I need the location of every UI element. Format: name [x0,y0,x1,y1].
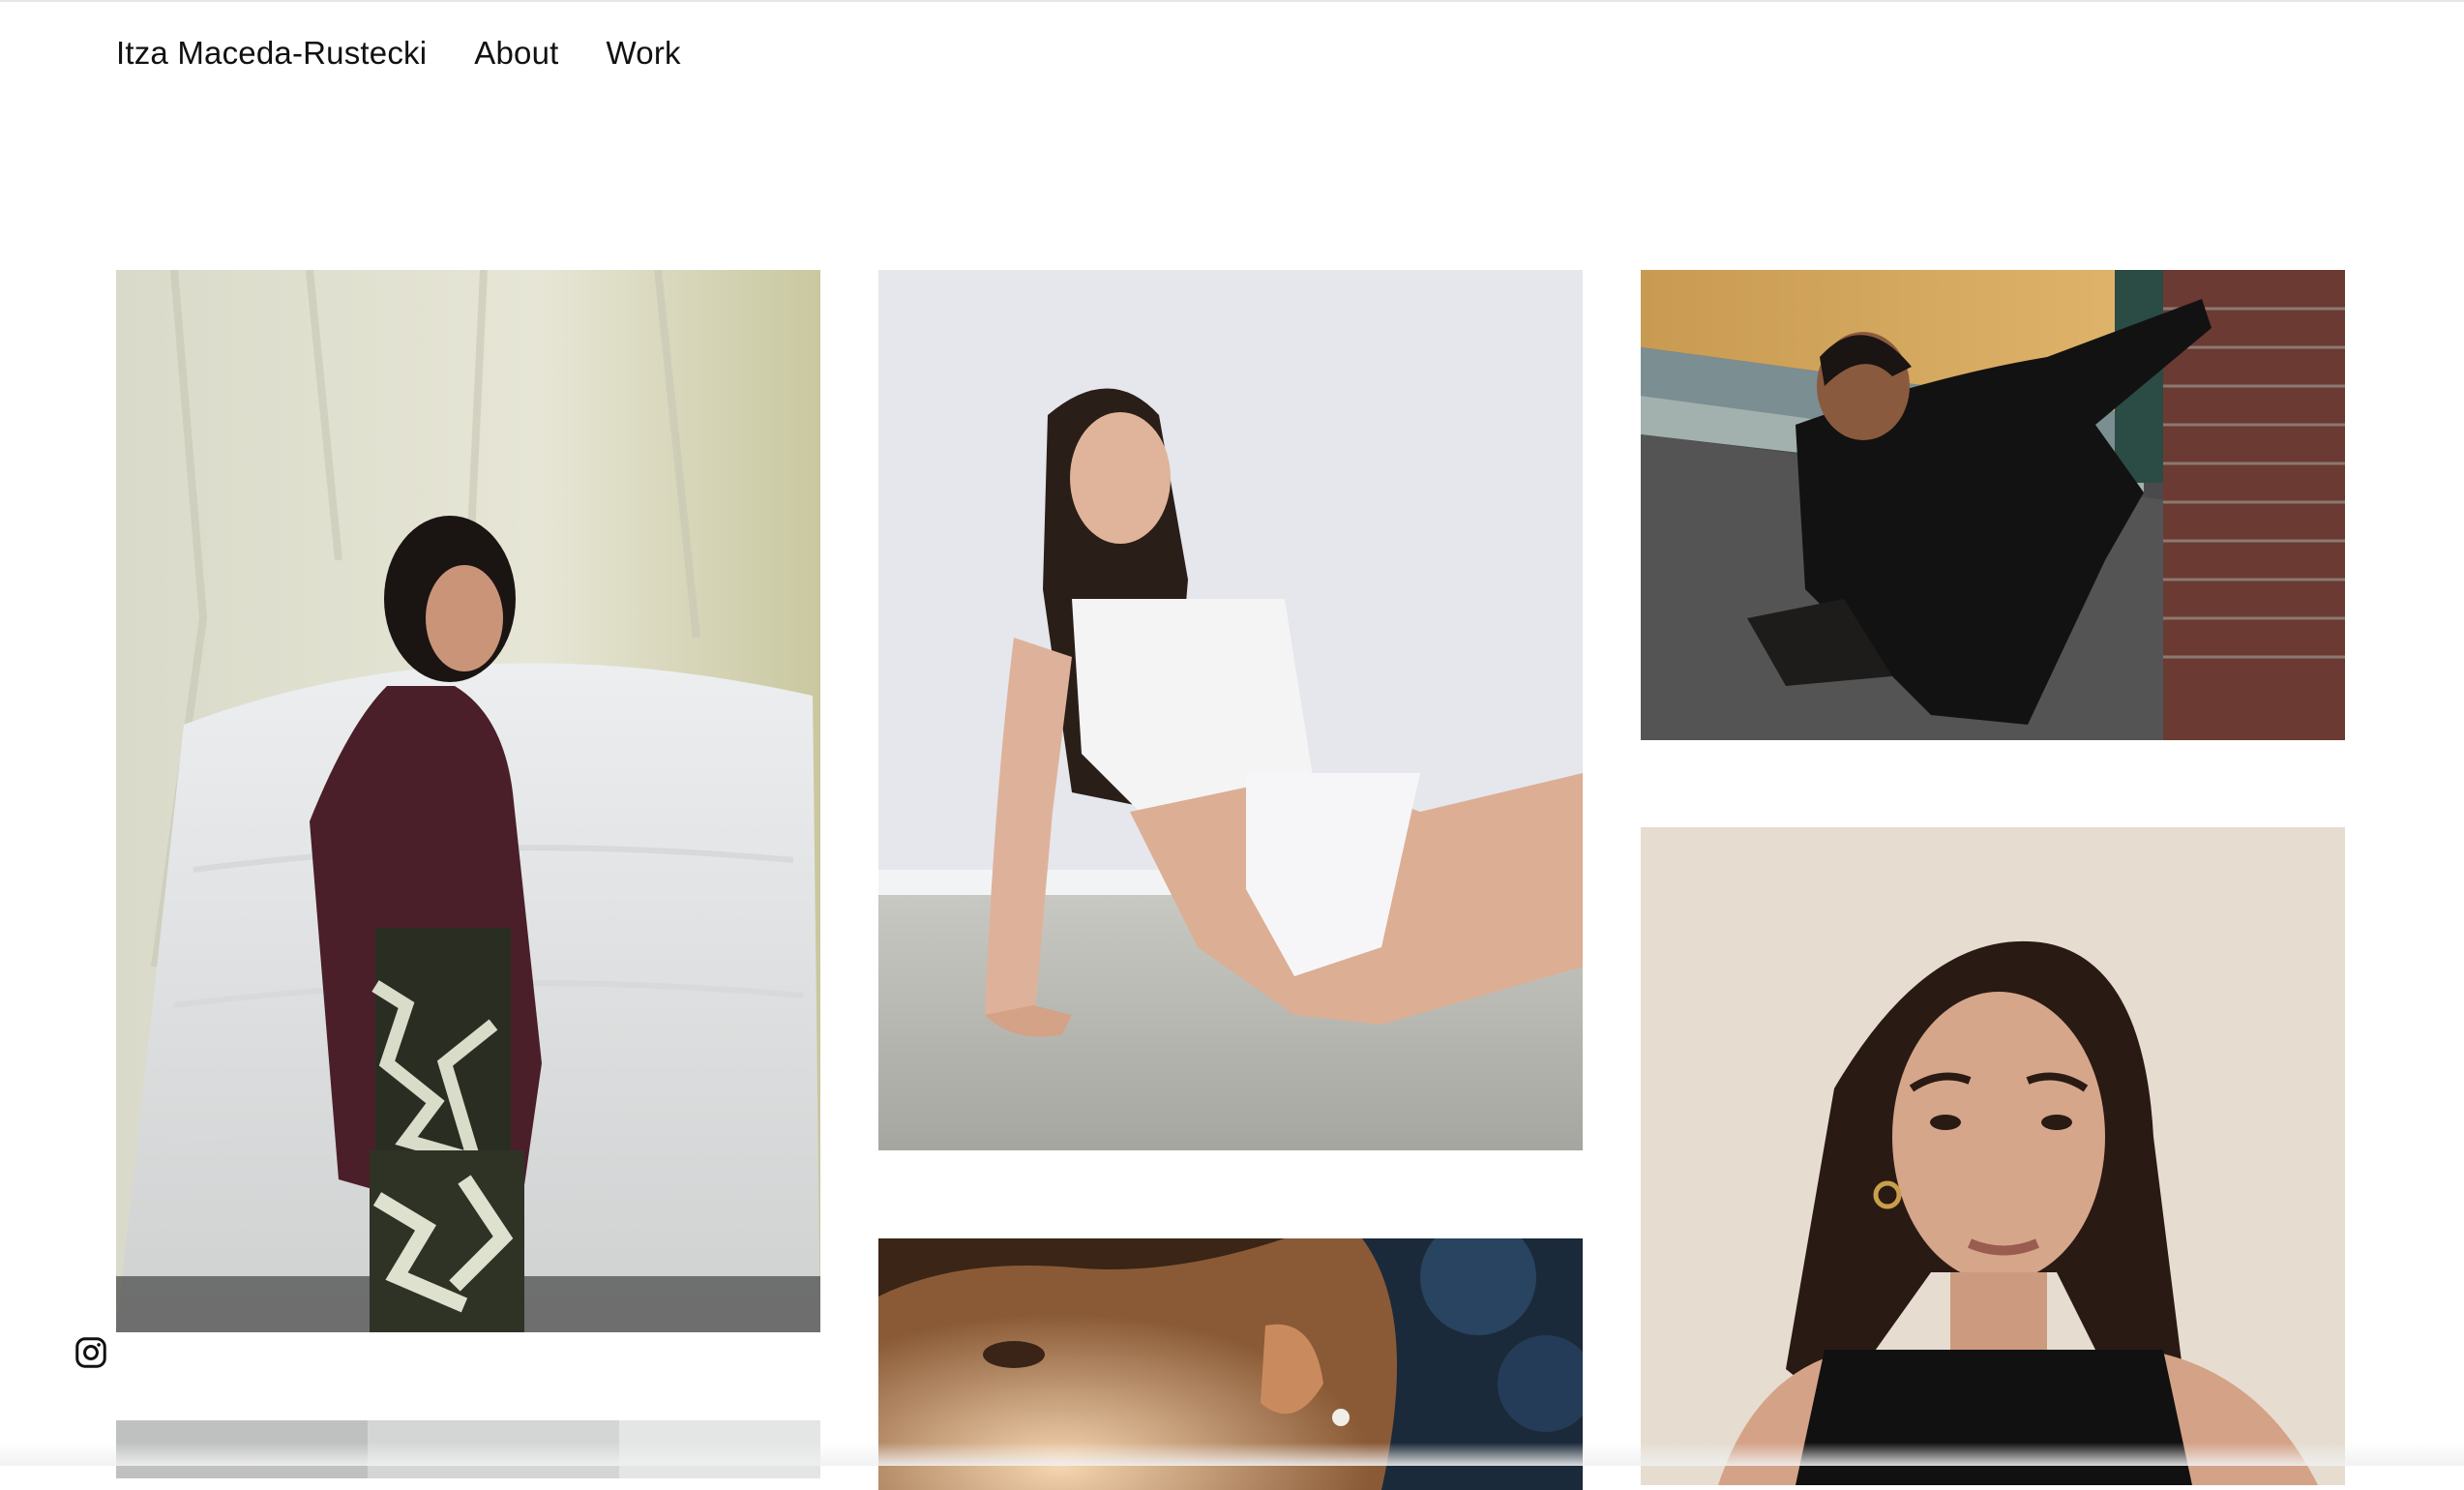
gallery-image-1[interactable] [116,270,820,1332]
instagram-icon[interactable] [74,1335,108,1370]
gallery-image-3[interactable] [1641,270,2345,740]
photo-portrait-nose-ring [1641,827,2345,1485]
photo-brick-wall-night [1641,270,2345,740]
nav-work-link[interactable]: Work [607,35,681,72]
photo-profile-ear-cuff [878,1238,1583,1490]
nav-about-link[interactable]: About [474,35,558,72]
site-nav: Itza Maceda-Rustecki About Work [116,29,681,77]
gallery-image-5[interactable] [878,1238,1583,1490]
gallery-image-6[interactable] [1641,827,2345,1485]
top-border [0,0,2464,2]
gallery-image-4[interactable] [116,1420,820,1478]
photo-knit-cardigan [116,270,820,1332]
photo-seated-white-tank [878,270,1583,1150]
gallery-image-2[interactable] [878,270,1583,1150]
site-name-link[interactable]: Itza Maceda-Rustecki [116,35,427,72]
photo-partial-window [116,1420,820,1478]
